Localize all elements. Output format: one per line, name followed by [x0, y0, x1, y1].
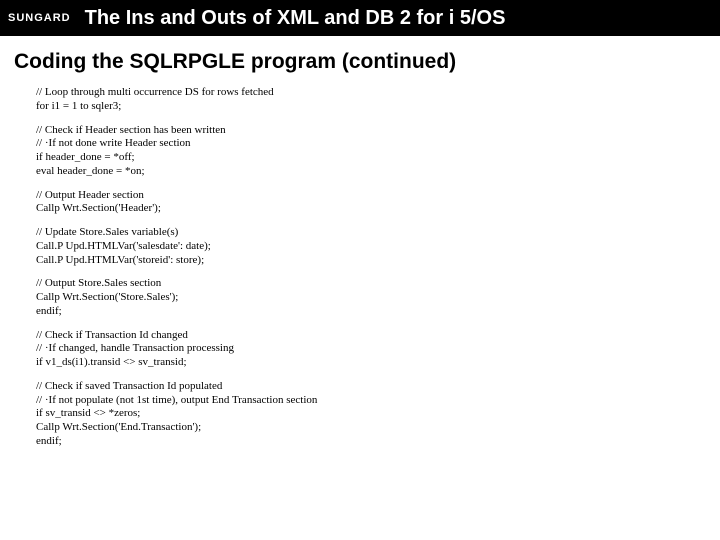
code-line: // ·If not done write Header section — [36, 137, 720, 151]
code-line: // Update Store.Sales variable(s) — [36, 226, 720, 240]
code-line: Callp Wrt.Section('Store.Sales'); — [36, 291, 720, 305]
code-line: // Loop through multi occurrence DS for … — [36, 86, 720, 100]
code-line: Callp Wrt.Section('End.Transaction'); — [36, 421, 720, 435]
code-line: Call.P Upd.HTMLVar('storeid': store); — [36, 254, 720, 268]
brand-logo: SUNGARD — [0, 12, 81, 24]
code-line: Callp Wrt.Section('Header'); — [36, 202, 720, 216]
code-paragraph: // Loop through multi occurrence DS for … — [36, 86, 720, 114]
code-line: // Output Header section — [36, 189, 720, 203]
code-block: // Loop through multi occurrence DS for … — [36, 86, 720, 449]
code-line: // ·If changed, handle Transaction proce… — [36, 342, 720, 356]
code-line: if header_done = *off; — [36, 151, 720, 165]
code-paragraph: // Check if Transaction Id changed // ·I… — [36, 329, 720, 370]
code-line: for i1 = 1 to sqler3; — [36, 100, 720, 114]
code-paragraph: // Check if Header section has been writ… — [36, 124, 720, 179]
code-paragraph: // Output Store.Sales section Callp Wrt.… — [36, 277, 720, 318]
code-line: Call.P Upd.HTMLVar('salesdate': date); — [36, 240, 720, 254]
header-bar: SUNGARD The Ins and Outs of XML and DB 2… — [0, 0, 720, 36]
section-title: Coding the SQLRPGLE program (continued) — [14, 50, 720, 74]
page-title: The Ins and Outs of XML and DB 2 for i 5… — [85, 7, 506, 30]
code-line: eval header_done = *on; — [36, 165, 720, 179]
code-line: endif; — [36, 435, 720, 449]
code-line: // Check if Header section has been writ… — [36, 124, 720, 138]
code-paragraph: // Output Header section Callp Wrt.Secti… — [36, 189, 720, 217]
code-line: // Check if saved Transaction Id populat… — [36, 380, 720, 394]
code-paragraph: // Update Store.Sales variable(s) Call.P… — [36, 226, 720, 267]
code-line: // ·If not populate (not 1st time), outp… — [36, 394, 720, 408]
code-line: // Check if Transaction Id changed — [36, 329, 720, 343]
code-line: // Output Store.Sales section — [36, 277, 720, 291]
code-paragraph: // Check if saved Transaction Id populat… — [36, 380, 720, 449]
code-line: if v1_ds(i1).transid <> sv_transid; — [36, 356, 720, 370]
code-line: if sv_transid <> *zeros; — [36, 407, 720, 421]
code-line: endif; — [36, 305, 720, 319]
